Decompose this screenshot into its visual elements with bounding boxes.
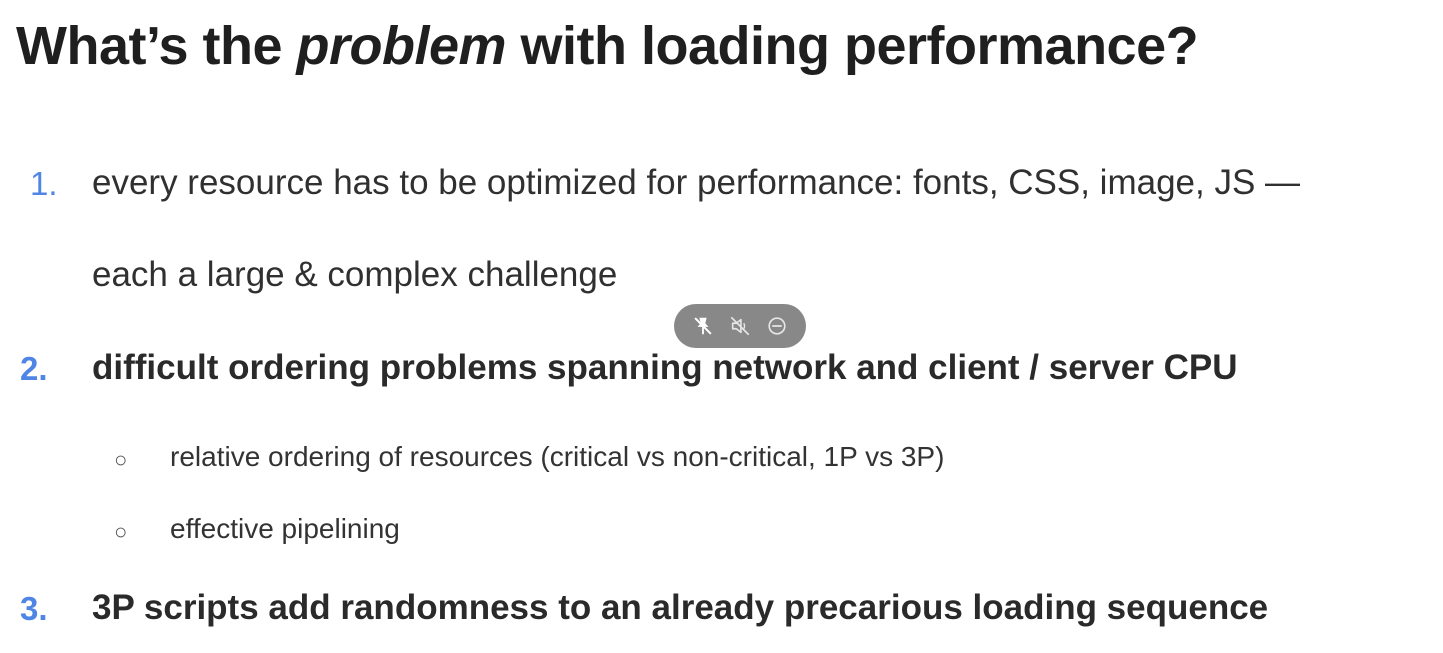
- list-number-3: 3.: [20, 590, 48, 627]
- list-item-1-line-1: every resource has to be optimized for p…: [92, 163, 1301, 202]
- mute-icon[interactable]: [726, 312, 754, 340]
- minimize-icon[interactable]: [763, 312, 791, 340]
- list-item-1: 1. every resource has to be optimized fo…: [0, 165, 1443, 305]
- list-item-1-line-2: each a large & complex challenge: [92, 255, 618, 294]
- list-item-3-text: 3P scripts add randomness to an already …: [92, 588, 1269, 627]
- list-number-1: 1.: [30, 165, 58, 202]
- list-item-2: 2. difficult ordering problems spanning …: [0, 350, 1443, 390]
- bullet-icon: ○: [114, 447, 128, 472]
- pin-off-icon[interactable]: [689, 312, 717, 340]
- slide-title: What’s the problem with loading performa…: [16, 14, 1199, 79]
- list-item-2-text: difficult ordering problems spanning net…: [92, 348, 1238, 387]
- sub-list-item-1-text: relative ordering of resources (critical…: [170, 441, 945, 472]
- sub-list-item-2: ○ effective pipelining: [0, 515, 1443, 549]
- title-emphasis: problem: [296, 16, 507, 76]
- list-item-3: 3. 3P scripts add randomness to an alrea…: [0, 590, 1443, 630]
- media-controls-overlay: [674, 304, 806, 348]
- sub-list-item-2-text: effective pipelining: [170, 513, 400, 544]
- title-text-end: with loading performance?: [506, 16, 1199, 76]
- sub-list-item-1: ○ relative ordering of resources (critic…: [0, 443, 1443, 477]
- title-text-start: What’s the: [16, 16, 297, 76]
- list-number-2: 2.: [20, 350, 48, 387]
- bullet-icon: ○: [114, 519, 128, 544]
